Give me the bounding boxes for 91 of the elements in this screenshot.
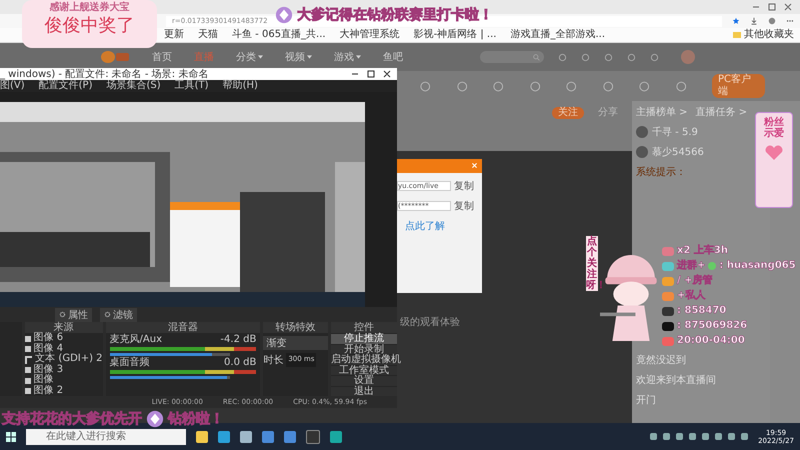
header-icon[interactable] [604,52,613,62]
channel-name: 麦克风/Aux [110,335,162,346]
copy-link[interactable]: 复制 [454,199,474,213]
system-notice: 系统提示： [636,166,687,179]
info-text: 进群+ [677,259,706,273]
source-item[interactable]: 图像 2 [24,386,103,396]
duration-label: 时长 [263,354,284,368]
control-button[interactable]: 退出 [330,386,397,396]
download-icon[interactable] [750,17,758,25]
caret-icon[interactable] [307,55,312,59]
caret-icon[interactable] [356,55,361,59]
chat-message: 欢迎来到本直播间 [636,374,717,387]
menu-item[interactable]: 帮助(H) [222,80,258,92]
control-button[interactable]: 停止推流 [330,334,397,344]
channel-reading: -4.2 dB [220,335,256,346]
header-icon[interactable] [581,52,590,62]
menu-item[interactable]: 场景集合(S) [106,80,161,92]
gear-icon[interactable] [104,311,111,318]
banner-text: 钻粉啦！ [168,410,224,428]
source-item[interactable]: 文本 (GDI+) 2 [24,354,103,365]
taskbar-app-icon[interactable] [196,430,208,442]
gear-icon[interactable] [59,311,66,318]
search-field[interactable] [480,51,544,63]
control-button[interactable]: 工作室模式 [330,366,397,376]
source-item[interactable]: 图像 4 [24,344,103,354]
header-icon[interactable] [650,52,659,62]
taskbar-app-icon[interactable] [284,430,296,442]
chat-message: 开门 [636,394,657,407]
help-link[interactable]: 点此了解 [397,219,482,233]
bookmark-link[interactable]: 天猫 [198,29,218,41]
fan-card-title: 粉丝示爱 [764,117,784,139]
dock-title: 混音器 [106,322,260,334]
taskbar-app-icon[interactable] [240,430,252,442]
window-title: _ windows) - 配置文件: 未命名 - 场景: 未命名 [0,68,208,80]
bookmark-link[interactable]: 游戏直播_全部游戏... [510,29,606,41]
bookmark-folder[interactable]: 其他收藏夹 [733,29,794,41]
channel-name: 桌面音频 [110,358,150,368]
banner-text: 支持花花的大爹优先开 [2,410,142,428]
info-text: +私人 [677,289,706,303]
thanks-title: 感谢上舰送券大宝 [50,0,130,14]
channel-reading: 0.0 dB [224,358,256,368]
heart-icon [764,145,784,161]
window-controls-icon[interactable] [351,70,391,78]
source-item[interactable]: 图像 6 [24,333,103,344]
source-item[interactable]: 图像 [24,375,103,386]
menu-item[interactable]: 图(V) [0,80,25,92]
source-button[interactable]: 滤镜 [100,308,137,322]
bookmark-link[interactable]: 大神管理系统 [340,29,400,41]
control-button[interactable]: 设置 [330,376,397,386]
diamond-badge-icon [146,410,164,428]
menu-item[interactable]: 工具(T) [174,80,209,92]
menu-item[interactable]: 配置文件(P) [38,80,92,92]
info-text: : 858470 [677,304,726,318]
volume-slider[interactable] [110,376,230,380]
nav-link[interactable]: 游戏 [334,50,354,64]
caret-icon[interactable] [258,55,263,59]
control-button[interactable]: 开始录制 [330,344,397,354]
winner-text: 俊俊中奖了 [44,14,134,38]
taskbar-search-field[interactable]: 在此键入进行搜索 [26,428,186,444]
dock-title: 来源 [24,322,103,334]
source-button[interactable]: 属性 [55,308,92,322]
info-text: 20:00-04:00 [677,334,745,348]
copy-link[interactable]: 复制 [454,179,474,193]
dock-title: 转场特效 [263,322,328,334]
profile-icon[interactable] [768,17,776,25]
windows-start-icon[interactable] [6,432,16,442]
info-text: / +房管 [677,274,713,288]
volume-slider[interactable] [110,353,230,356]
taskbar-app-icon[interactable] [330,430,342,442]
header-icon[interactable] [558,52,567,62]
bookmark-link[interactable]: 影视-神盾网络 | ... [414,29,496,41]
chat-message: 竟然没迟到 [636,354,687,367]
taskbar-app-icon[interactable] [306,430,320,444]
avatar-icon [636,146,648,158]
taskbar-app-icon[interactable] [218,430,230,442]
taskbar-app-icon[interactable] [262,430,274,442]
info-text: x2 上车3h [677,244,728,258]
rank-name: 千寻 - 5.9 [652,126,698,139]
info-text: : 875069826 [677,319,748,333]
video-note: 级的观看体验 [400,316,460,329]
header-icon[interactable] [627,52,636,62]
bookmark-link[interactable]: 斗鱼 - 065直播_共... [232,29,326,41]
star-icon[interactable] [732,17,740,25]
source-item[interactable]: 图像 3 [24,364,103,376]
rank-name: 慕少54566 [652,146,704,159]
info-text: : huasang065 [719,259,796,273]
dock-title: 控件 [330,322,397,334]
transition-select[interactable]: 渐变 [263,336,328,350]
close-icon[interactable] [471,162,478,169]
bookmark-link[interactable]: 更新 [164,29,184,41]
avatar-icon [636,126,648,138]
